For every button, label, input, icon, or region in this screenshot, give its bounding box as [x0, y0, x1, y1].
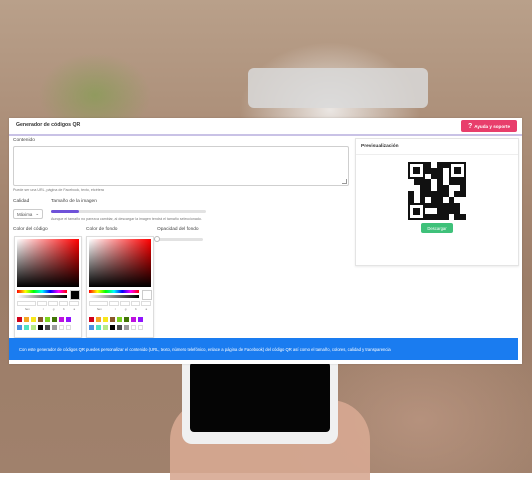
color-swatch[interactable] [52, 325, 57, 330]
quality-select[interactable]: Máxima ⌄ [13, 209, 43, 219]
channel-labels: hex r g b a [89, 307, 151, 311]
color-swatch[interactable] [110, 325, 115, 330]
color-swatch[interactable] [117, 325, 122, 330]
background-phone-screen [190, 362, 330, 432]
color-swatch[interactable] [103, 317, 108, 322]
qr-module [408, 196, 414, 203]
swatch-row [17, 317, 79, 322]
code-color-label: Color del código [13, 227, 48, 232]
color-swatch[interactable] [38, 317, 43, 322]
color-swatch[interactable] [117, 317, 122, 322]
resize-handle-icon[interactable] [342, 179, 347, 184]
color-swatch[interactable] [138, 317, 143, 322]
color-swatch[interactable] [17, 317, 22, 322]
saturation-area[interactable] [89, 239, 151, 287]
qr-finder-pattern [408, 162, 426, 180]
hue-slider[interactable] [17, 290, 67, 293]
opacity-label: Opacidad del fondo [157, 227, 199, 232]
info-bar: Con este generador de códigos QR puedes … [9, 338, 518, 360]
channel-label: g [124, 307, 127, 311]
color-swatch[interactable] [96, 325, 101, 330]
color-swatch[interactable] [59, 325, 64, 330]
channel-label: r [42, 307, 44, 311]
color-swatch[interactable] [45, 317, 50, 322]
channel-inputs[interactable] [17, 301, 79, 306]
color-swatch[interactable] [38, 325, 43, 330]
saturation-area[interactable] [17, 239, 79, 287]
color-swatch[interactable] [131, 325, 136, 330]
swatch-row [17, 325, 79, 330]
help-support-label: Ayuda y soporte [474, 123, 511, 129]
question-icon: ? [467, 122, 473, 130]
content-textarea[interactable] [13, 146, 349, 186]
alpha-slider[interactable] [89, 295, 139, 298]
color-swatch[interactable] [24, 325, 29, 330]
color-swatch[interactable] [138, 325, 143, 330]
channel-label: r [114, 307, 116, 311]
color-swatch[interactable] [110, 317, 115, 322]
size-slider[interactable] [51, 210, 206, 213]
chevron-down-icon: ⌄ [35, 211, 39, 216]
color-swatch[interactable] [66, 325, 71, 330]
content-label: Contenido [13, 138, 35, 143]
color-preview [70, 290, 80, 300]
color-swatch[interactable] [59, 317, 64, 322]
channel-label: a [73, 307, 76, 311]
swatch-row [89, 317, 151, 322]
bg-color-label: Color de fondo [86, 227, 118, 232]
channel-label: a [145, 307, 148, 311]
qr-module [460, 191, 466, 197]
top-bar: Generador de códigos QR ? Ayuda y soport… [9, 118, 522, 136]
channel-label: hex [24, 307, 30, 311]
bg-color-picker: hex r g b a [86, 236, 154, 338]
color-swatch[interactable] [17, 325, 22, 330]
qr-module [442, 162, 449, 168]
color-preview [142, 290, 152, 300]
qr-module [460, 214, 466, 220]
channel-label: g [52, 307, 55, 311]
color-swatch[interactable] [52, 317, 57, 322]
size-slider-fill [51, 210, 79, 213]
color-swatch[interactable] [124, 325, 129, 330]
color-swatch[interactable] [31, 325, 36, 330]
size-hint: Aunque el tamaño no parezca cambiar, al … [51, 217, 202, 221]
download-button[interactable]: Descargar [421, 223, 453, 233]
color-swatch[interactable] [45, 325, 50, 330]
color-swatch[interactable] [96, 317, 101, 322]
quality-label: Calidad [13, 199, 30, 204]
preview-card: Previsualización Descargar [355, 138, 519, 266]
quality-selected: Máxima [17, 211, 33, 217]
color-swatch[interactable] [24, 317, 29, 322]
channel-label: b [63, 307, 65, 311]
channel-labels: hex r g b a [17, 307, 79, 311]
color-swatch[interactable] [103, 325, 108, 330]
color-swatch[interactable] [89, 325, 94, 330]
channel-inputs[interactable] [89, 301, 151, 306]
qr-module [442, 214, 449, 220]
page-title: Generador de códigos QR [16, 122, 81, 128]
color-swatch[interactable] [131, 317, 136, 322]
qr-generator-panel: Generador de códigos QR ? Ayuda y soport… [9, 118, 522, 364]
opacity-slider[interactable] [154, 236, 203, 242]
size-label: Tamaño de la imagen [51, 199, 97, 204]
preview-title: Previsualización [361, 144, 399, 149]
preview-header: Previsualización [356, 139, 518, 155]
code-color-picker: hex r g b a [14, 236, 82, 338]
qr-finder-pattern [408, 202, 426, 220]
opacity-slider-knob[interactable] [154, 236, 160, 242]
qr-finder-pattern [448, 162, 466, 180]
color-swatch[interactable] [66, 317, 71, 322]
help-support-button[interactable]: ? Ayuda y soporte [461, 120, 517, 132]
channel-label: hex [96, 307, 102, 311]
qr-code-image [408, 162, 466, 220]
hue-slider[interactable] [89, 290, 139, 293]
color-swatch[interactable] [124, 317, 129, 322]
color-swatch[interactable] [31, 317, 36, 322]
channel-label: b [135, 307, 137, 311]
background-object [248, 68, 428, 108]
swatch-row [89, 325, 151, 330]
alpha-slider[interactable] [17, 295, 67, 298]
color-swatch[interactable] [89, 317, 94, 322]
content-hint: Puede ser una URL, página de Facebook, t… [13, 188, 104, 192]
